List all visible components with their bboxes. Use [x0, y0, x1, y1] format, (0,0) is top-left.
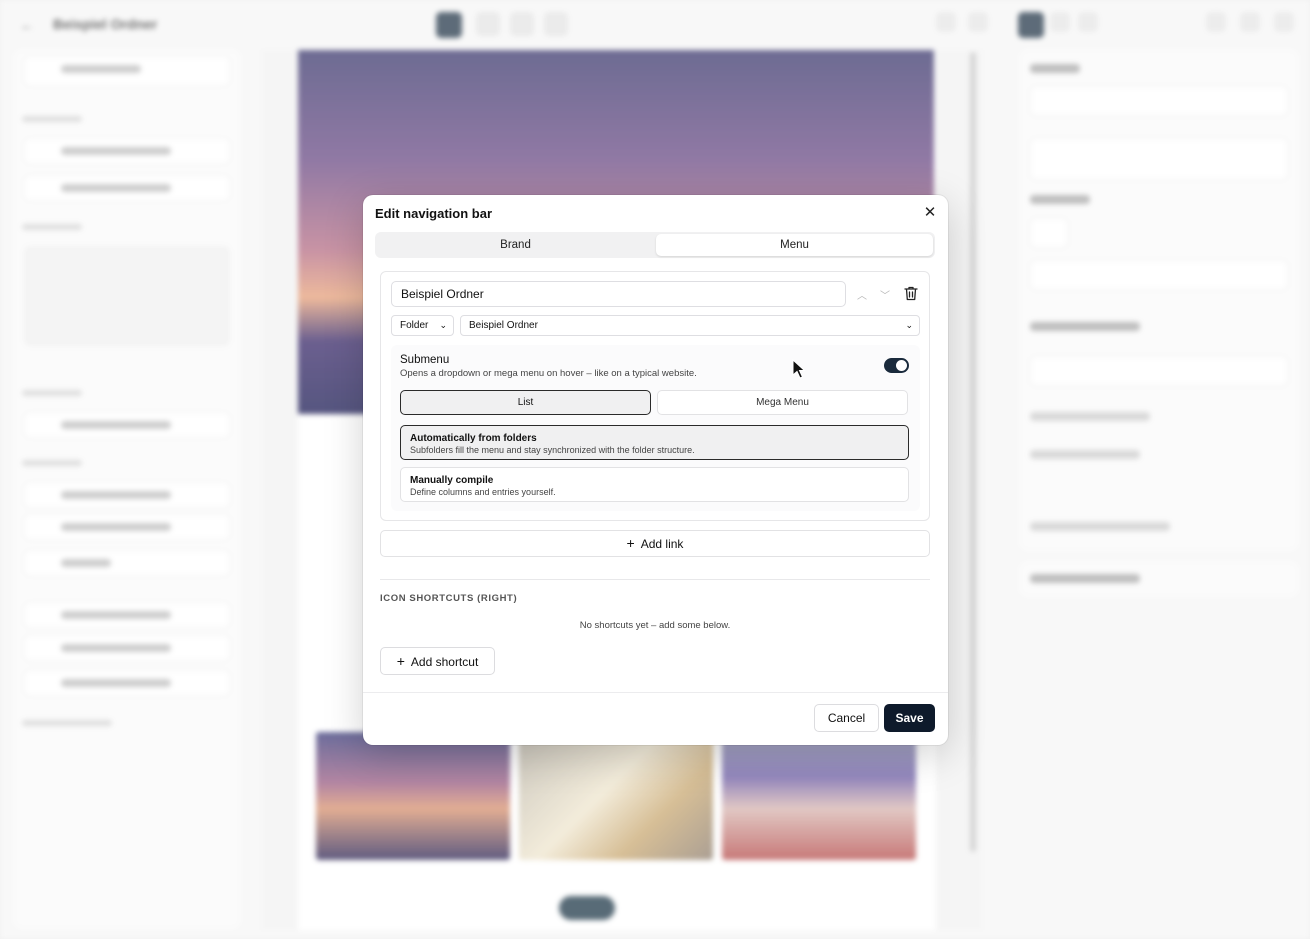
move-down-icon[interactable]: ﹀	[880, 287, 890, 302]
option-description: Define columns and entries yourself.	[410, 487, 556, 497]
icon-shortcuts-label: ICON SHORTCUTS (RIGHT)	[380, 593, 518, 604]
link-type-value: Folder	[400, 320, 429, 331]
add-link-label: Add link	[640, 537, 684, 551]
plus-icon: +	[626, 535, 635, 551]
submenu-mode-mega-menu[interactable]: Mega Menu	[657, 390, 908, 415]
move-up-icon[interactable]: ︿	[857, 287, 867, 302]
dialog-footer: Cancel Save	[363, 692, 948, 745]
option-description: Subfolders fill the menu and stay synchr…	[410, 445, 695, 455]
close-icon[interactable]: ✕	[921, 204, 939, 222]
edit-navigation-bar-dialog: Edit navigation bar ✕ Brand Menu ︿ ﹀ Fol…	[363, 195, 948, 745]
add-shortcut-button[interactable]: + Add shortcut	[380, 647, 495, 675]
folder-value: Beispiel Ordner	[469, 320, 538, 331]
toggle-knob	[896, 360, 907, 371]
submenu-description: Opens a dropdown or mega menu on hover –…	[400, 368, 697, 379]
submenu-section: Submenu Opens a dropdown or mega menu on…	[391, 345, 920, 511]
option-manually-compile[interactable]: Manually compile Define columns and entr…	[400, 467, 909, 502]
add-link-button[interactable]: + Add link	[380, 530, 930, 557]
shortcuts-empty-text: No shortcuts yet – add some below.	[579, 620, 731, 631]
save-button[interactable]: Save	[884, 704, 935, 732]
option-title: Manually compile	[410, 475, 494, 486]
tab-menu[interactable]: Menu	[656, 234, 933, 256]
add-shortcut-label: Add shortcut	[410, 655, 479, 669]
submenu-title: Submenu	[400, 354, 450, 366]
chevron-down-icon: ⌄	[905, 320, 913, 330]
section-divider	[380, 579, 930, 580]
link-type-select[interactable]: Folder ⌄	[391, 315, 454, 336]
plus-icon: +	[396, 653, 405, 669]
tab-brand[interactable]: Brand	[377, 234, 654, 256]
dialog-tabs: Brand Menu	[375, 232, 935, 258]
cancel-button[interactable]: Cancel	[814, 704, 879, 732]
submenu-toggle[interactable]	[884, 358, 909, 373]
menu-item-name-input[interactable]	[391, 281, 846, 307]
dialog-title: Edit navigation bar	[375, 206, 493, 221]
option-automatic-from-folders[interactable]: Automatically from folders Subfolders fi…	[400, 425, 909, 460]
folder-select[interactable]: Beispiel Ordner ⌄	[460, 315, 920, 336]
menu-item-card: ︿ ﹀ Folder ⌄ Beispiel Ordner ⌄ Submenu O…	[380, 271, 930, 521]
option-title: Automatically from folders	[410, 433, 537, 444]
delete-icon[interactable]	[904, 286, 918, 301]
submenu-mode-list[interactable]: List	[400, 390, 651, 415]
mouse-cursor-icon	[792, 359, 806, 379]
chevron-down-icon: ⌄	[439, 320, 447, 330]
